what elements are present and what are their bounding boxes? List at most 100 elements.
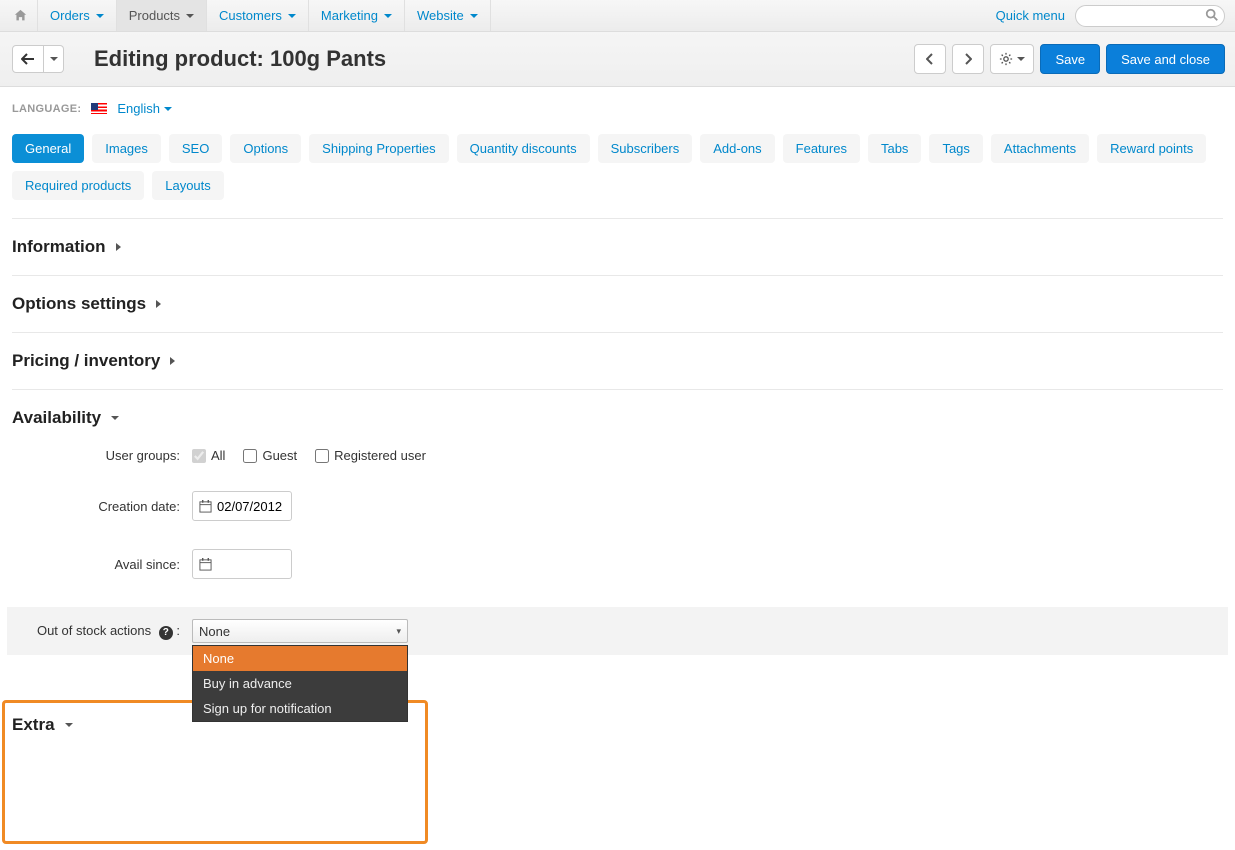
caret-down-icon	[186, 14, 194, 18]
user-groups-checkboxes: All Guest Registered user	[192, 448, 426, 463]
settings-button[interactable]	[990, 44, 1034, 74]
chevron-left-icon	[926, 53, 934, 65]
section-availability[interactable]: Availability	[12, 408, 1223, 428]
nav-label: Website	[417, 8, 464, 23]
caret-down-icon	[384, 14, 392, 18]
creation-date-input[interactable]	[217, 499, 283, 514]
caret-down-icon	[96, 14, 104, 18]
section-options-settings[interactable]: Options settings	[12, 294, 1223, 314]
tab-addons[interactable]: Add-ons	[700, 134, 774, 163]
availability-form: User groups: All Guest Registered user C…	[12, 448, 1223, 655]
section-information[interactable]: Information	[12, 237, 1223, 257]
tab-shipping[interactable]: Shipping Properties	[309, 134, 448, 163]
checkbox-guest[interactable]	[243, 449, 257, 463]
checkbox-registered[interactable]	[315, 449, 329, 463]
chk-all[interactable]: All	[192, 448, 225, 463]
nav-customers[interactable]: Customers	[207, 0, 309, 31]
search-box	[1075, 5, 1225, 27]
tab-images[interactable]: Images	[92, 134, 161, 163]
caret-down-icon	[288, 14, 296, 18]
chk-label: Registered user	[334, 448, 426, 463]
chk-registered[interactable]: Registered user	[315, 448, 426, 463]
nav-label: Products	[129, 8, 180, 23]
chevron-right-icon	[170, 357, 175, 365]
tab-attachments[interactable]: Attachments	[991, 134, 1089, 163]
caret-down-icon	[50, 57, 58, 61]
select-arrow-icon: ▾	[396, 626, 401, 637]
tab-subscribers[interactable]: Subscribers	[598, 134, 693, 163]
back-button[interactable]	[12, 45, 44, 73]
topbar: Orders Products Customers Marketing Webs…	[0, 0, 1235, 32]
tabs-row-1: General Images SEO Options Shipping Prop…	[12, 134, 1223, 163]
nav-label: Customers	[219, 8, 282, 23]
home-link[interactable]	[4, 0, 38, 31]
label-creation-date: Creation date:	[12, 499, 192, 514]
section-title: Pricing / inventory	[12, 351, 160, 371]
avail-since-input[interactable]	[217, 557, 283, 572]
next-button[interactable]	[952, 44, 984, 74]
section-pricing[interactable]: Pricing / inventory	[12, 351, 1223, 371]
tabs-row-2: Required products Layouts	[12, 171, 1223, 200]
dropdown-option-buy-advance[interactable]: Buy in advance	[193, 671, 407, 696]
language-label: Language:	[12, 103, 81, 115]
creation-date-input-wrap	[192, 491, 292, 521]
tab-reward-points[interactable]: Reward points	[1097, 134, 1206, 163]
label-avail-since: Avail since:	[12, 557, 192, 572]
checkbox-all[interactable]	[192, 449, 206, 463]
row-avail-since: Avail since:	[12, 549, 1223, 579]
nav-website[interactable]: Website	[405, 0, 491, 31]
tab-seo[interactable]: SEO	[169, 134, 222, 163]
label-out-of-stock: Out of stock actions ? :	[12, 623, 192, 640]
tab-features[interactable]: Features	[783, 134, 860, 163]
dropdown-option-none[interactable]: None	[193, 646, 407, 671]
search-icon[interactable]	[1205, 8, 1219, 22]
section-title: Options settings	[12, 294, 146, 314]
divider	[12, 332, 1223, 333]
back-dropdown[interactable]	[44, 45, 64, 73]
dropdown-option-signup[interactable]: Sign up for notification	[193, 696, 407, 721]
tab-required-products[interactable]: Required products	[12, 171, 144, 200]
language-value: English	[117, 101, 160, 116]
page-title: Editing product: 100g Pants	[94, 46, 386, 72]
language-selector: Language: English	[12, 101, 1223, 116]
divider	[12, 389, 1223, 390]
nav-label: Marketing	[321, 8, 378, 23]
tab-quantity-discounts[interactable]: Quantity discounts	[457, 134, 590, 163]
chk-label: Guest	[262, 448, 297, 463]
out-of-stock-dropdown: None Buy in advance Sign up for notifica…	[192, 645, 408, 722]
select-value: None	[199, 624, 230, 639]
chk-label: All	[211, 448, 225, 463]
chk-guest[interactable]: Guest	[243, 448, 297, 463]
section-title: Information	[12, 237, 106, 257]
section-title: Extra	[12, 715, 55, 735]
save-button[interactable]: Save	[1040, 44, 1100, 74]
nav-orders[interactable]: Orders	[38, 0, 117, 31]
prev-button[interactable]	[914, 44, 946, 74]
nav-products[interactable]: Products	[117, 0, 207, 31]
out-of-stock-select-display[interactable]: None ▾	[192, 619, 408, 643]
quick-menu-link[interactable]: Quick menu	[996, 8, 1065, 23]
search-input[interactable]	[1075, 5, 1225, 27]
label-out-of-stock-text: Out of stock actions	[37, 623, 151, 638]
help-icon[interactable]: ?	[159, 626, 173, 640]
divider	[12, 275, 1223, 276]
tab-tags[interactable]: Tags	[929, 134, 982, 163]
caret-down-icon	[1017, 57, 1025, 61]
tab-tabs[interactable]: Tabs	[868, 134, 921, 163]
calendar-icon[interactable]	[199, 500, 212, 513]
calendar-icon[interactable]	[199, 558, 212, 571]
page-header: Editing product: 100g Pants Save Save an…	[0, 32, 1235, 87]
tab-general[interactable]: General	[12, 134, 84, 163]
tab-layouts[interactable]: Layouts	[152, 171, 224, 200]
row-creation-date: Creation date:	[12, 491, 1223, 521]
nav-marketing[interactable]: Marketing	[309, 0, 405, 31]
save-close-button[interactable]: Save and close	[1106, 44, 1225, 74]
language-link[interactable]: English	[117, 101, 172, 116]
arrow-left-icon	[21, 53, 35, 65]
tab-options[interactable]: Options	[230, 134, 301, 163]
chevron-right-icon	[116, 243, 121, 251]
caret-down-icon	[65, 723, 73, 727]
nav-label: Orders	[50, 8, 90, 23]
home-icon	[14, 9, 27, 22]
label-user-groups: User groups:	[12, 448, 192, 463]
